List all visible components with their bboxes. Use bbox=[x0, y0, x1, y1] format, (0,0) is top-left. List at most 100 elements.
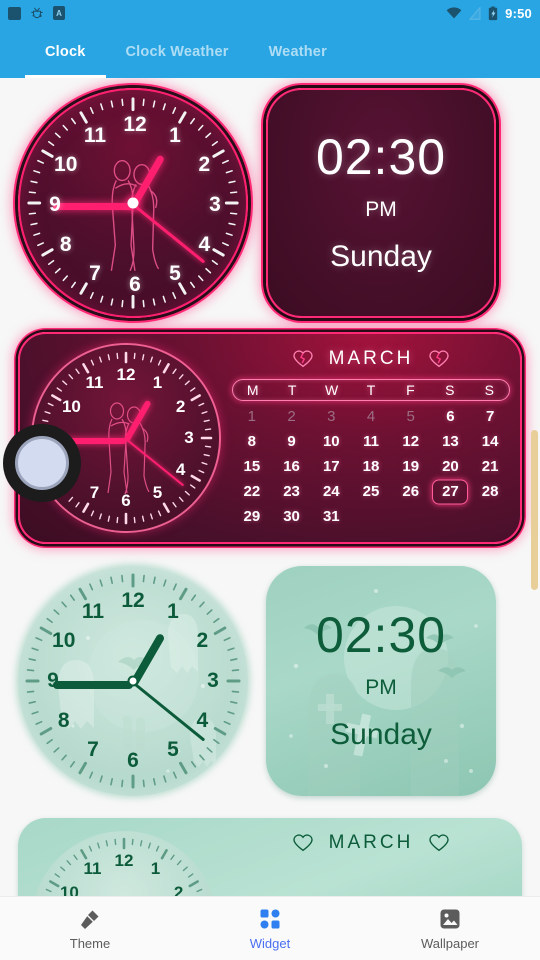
calendar-date-cell: 10 bbox=[322, 433, 340, 450]
tab-weather[interactable]: Weather bbox=[249, 26, 347, 78]
tab-clock-label: Clock bbox=[45, 44, 86, 60]
mini-clock-numeral-11: 11 bbox=[85, 373, 104, 393]
widget-analog-clock-pink[interactable]: 12 1 2 3 4 5 6 7 8 9 10 11 bbox=[18, 88, 248, 318]
clock-numeral-1: 1 bbox=[169, 123, 181, 147]
wifi-icon bbox=[446, 7, 462, 19]
clock-numeral-3: 3 bbox=[209, 193, 221, 216]
status-bar-left-icons: A bbox=[8, 6, 65, 20]
calendar-date-cell: 21 bbox=[481, 458, 499, 475]
calendar-date-cell: 2 bbox=[287, 408, 296, 425]
grid-icon bbox=[260, 909, 280, 928]
calendar-weekday-6: S bbox=[484, 382, 494, 398]
digital-time-green: 02:30 bbox=[315, 607, 447, 663]
brush-icon bbox=[81, 910, 99, 929]
calendar-header-green: MARCH bbox=[230, 832, 512, 854]
nav-item-widget[interactable]: Widget bbox=[180, 907, 360, 951]
calendar-date-cell: 18 bbox=[362, 458, 380, 475]
clock-numeral-4: 4 bbox=[196, 709, 209, 732]
calendar-analog-clock-green: 121234567891011 bbox=[18, 818, 230, 896]
calendar-date-cell: 12 bbox=[402, 433, 420, 450]
calendar-date-cell: 13 bbox=[442, 433, 459, 450]
status-bar: A 9:50 bbox=[0, 0, 540, 26]
clock-numeral-10: 10 bbox=[54, 153, 78, 176]
mini-clock-numeral-3: 3 bbox=[184, 428, 194, 447]
clock-numeral-7: 7 bbox=[87, 738, 99, 762]
calendar-weekday-5: S bbox=[445, 382, 455, 398]
tab-clock-weather-label: Clock Weather bbox=[125, 44, 229, 60]
nav-item-wallpaper[interactable]: Wallpaper bbox=[360, 907, 540, 951]
mini-clock-numeral-6: 6 bbox=[121, 491, 131, 510]
widget-digital-clock-green[interactable]: 02:30 PM Sunday bbox=[266, 566, 496, 796]
calendar-date-cell: 23 bbox=[283, 483, 300, 500]
calendar-date-cell: 9 bbox=[287, 433, 296, 450]
calendar-weekday-row: MTWTFSS bbox=[232, 379, 510, 401]
tab-clock[interactable]: Clock bbox=[25, 26, 106, 78]
clock-numeral-9: 9 bbox=[49, 193, 61, 216]
calendar-weekday-2: W bbox=[324, 382, 339, 398]
broken-heart-icon bbox=[292, 350, 313, 368]
a-badge-icon: A bbox=[53, 6, 65, 20]
calendar-date-cell: 4 bbox=[366, 408, 376, 425]
calendar-date-cell: 14 bbox=[481, 433, 499, 450]
clock-numeral-11: 11 bbox=[83, 123, 107, 147]
broken-heart-icon bbox=[429, 350, 450, 368]
widget-analog-clock-green[interactable]: 12 1 2 3 4 5 6 7 8 9 10 11 bbox=[18, 566, 248, 796]
mini-clock-numeral-1: 1 bbox=[150, 859, 161, 879]
broken-heart-icon bbox=[429, 834, 450, 852]
vertical-scrollbar[interactable] bbox=[531, 430, 538, 590]
clock-center-hub bbox=[127, 197, 139, 209]
nav-label-wallpaper: Wallpaper bbox=[420, 935, 480, 951]
mini-clock-numeral-10: 10 bbox=[61, 396, 81, 416]
clock-numeral-6: 6 bbox=[129, 273, 141, 296]
mini-clock-numeral-2: 2 bbox=[175, 396, 186, 416]
widget-calendar-green-partial[interactable]: 121234567891011 MARCH bbox=[18, 818, 522, 896]
calendar-weekday-1: T bbox=[287, 382, 297, 398]
clock-numeral-10: 10 bbox=[52, 629, 76, 652]
clock-numeral-2: 2 bbox=[196, 629, 209, 652]
mini-clock-numeral-7: 7 bbox=[89, 482, 100, 502]
mini-clock-numeral-2: 2 bbox=[173, 882, 184, 897]
clock-numeral-12: 12 bbox=[123, 113, 147, 136]
calendar-date-cell: 1 bbox=[247, 408, 257, 425]
calendar-date-cell: 26 bbox=[402, 483, 420, 500]
mini-clock-numeral-1: 1 bbox=[152, 373, 163, 393]
calendar-panel: MARCH MTWTFSS 1 2 3 4 5 6 7 8 9 10 11 12 13 14 15 16 17 1… bbox=[232, 334, 520, 542]
calendar-date-cell: 7 bbox=[485, 408, 495, 425]
calendar-date-cell: 6 bbox=[446, 408, 455, 425]
calendar-weekday-4: F bbox=[406, 382, 415, 398]
mini-clock-numeral-11: 11 bbox=[83, 859, 102, 879]
minute-hand-green bbox=[53, 681, 133, 689]
clock-numeral-2: 2 bbox=[198, 153, 211, 176]
nav-item-theme[interactable]: Theme bbox=[0, 907, 180, 951]
calendar-date-cell: 20 bbox=[442, 458, 459, 475]
calendar-month-label-green: MARCH bbox=[328, 832, 414, 853]
battery-charging-icon bbox=[489, 6, 498, 20]
calendar-date-cell: 29 bbox=[243, 508, 261, 525]
mini-clock-numeral-5: 5 bbox=[152, 482, 163, 502]
clock-center-hub-green bbox=[127, 675, 139, 687]
clock-numeral-3: 3 bbox=[207, 669, 219, 692]
calendar-date-cell: 17 bbox=[322, 458, 340, 475]
clock-numeral-5: 5 bbox=[167, 738, 179, 762]
clock-numeral-6: 6 bbox=[127, 749, 139, 772]
bottom-navigation: Theme Widget Wallpaper bbox=[0, 896, 540, 960]
calendar-date-cell: 25 bbox=[362, 483, 380, 500]
broken-heart-icon bbox=[292, 834, 313, 852]
widget-digital-clock-pink[interactable]: 02:30 PM Sunday bbox=[266, 88, 496, 318]
digital-day-green: Sunday bbox=[330, 718, 432, 751]
calendar-dates-grid: 1 2 3 4 5 6 7 8 9 10 11 12 13 14 15 16 17 18 19 20 21 22 23 24 2… bbox=[232, 405, 510, 528]
tab-weather-label: Weather bbox=[268, 44, 327, 60]
calendar-weekday-0: M bbox=[246, 382, 259, 398]
clock-numeral-9: 9 bbox=[47, 669, 59, 692]
clock-numeral-7: 7 bbox=[89, 262, 101, 286]
widget-list[interactable]: 12 1 2 3 4 5 6 7 8 9 10 11 02:30 PM Sunday bbox=[0, 78, 540, 896]
tab-clock-weather[interactable]: Clock Weather bbox=[106, 26, 249, 78]
clock-numeral-11: 11 bbox=[81, 599, 105, 623]
calendar-panel-green: MARCH bbox=[230, 818, 522, 896]
calendar-date-cell: 16 bbox=[283, 458, 300, 475]
square-icon bbox=[8, 6, 21, 20]
calendar-date-cell: 28 bbox=[481, 483, 499, 500]
widget-calendar-pink[interactable]: 121234567891011 MARCH MTWTFSS 1234567891… bbox=[18, 332, 522, 544]
calendar-date-cell: 5 bbox=[406, 408, 415, 425]
mini-clock-center-hub bbox=[121, 433, 132, 444]
